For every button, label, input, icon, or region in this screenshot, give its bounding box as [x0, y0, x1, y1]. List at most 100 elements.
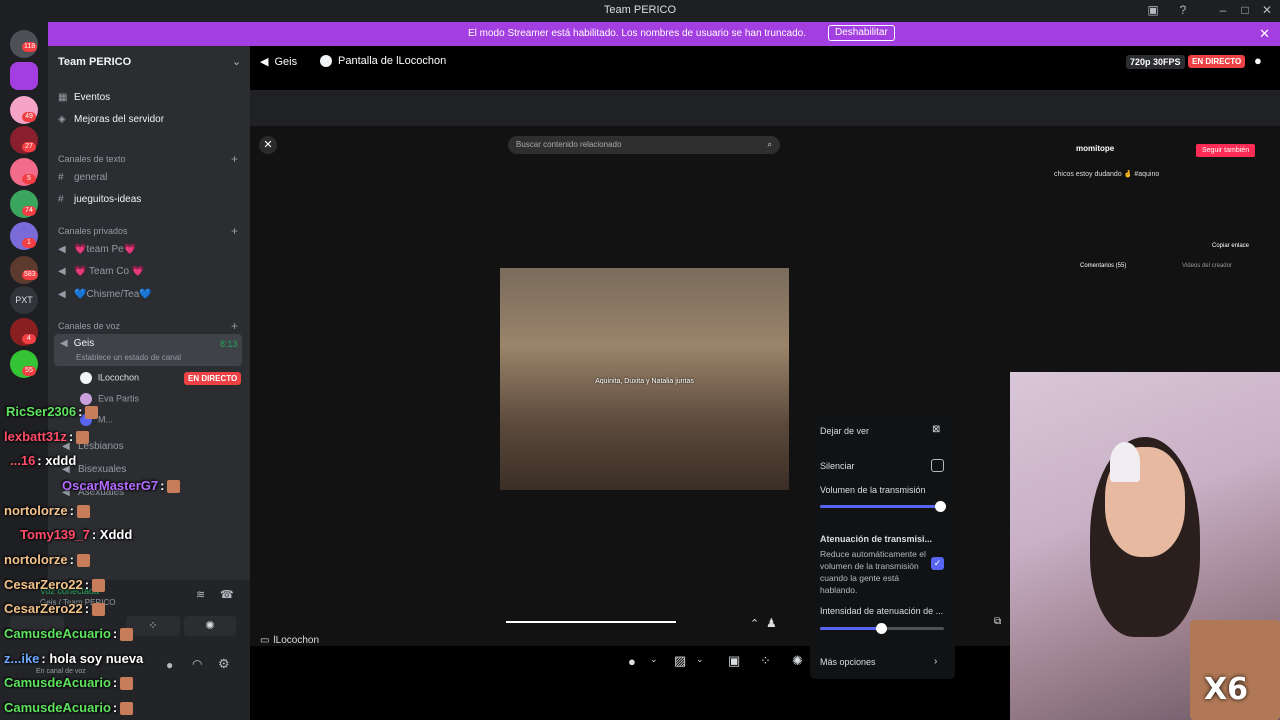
gear-icon[interactable]: ⚙ [218, 656, 230, 672]
member-label: Eva Partis [98, 393, 140, 404]
dm-badge: 118 [22, 42, 38, 52]
mute-item[interactable]: Silenciar [820, 461, 855, 471]
chat-user: CesarZero22 [4, 601, 83, 616]
search-placeholder: Buscar contenido relacionado [516, 140, 622, 149]
disconnect-icon[interactable]: ☎ [220, 588, 234, 601]
chat-msg: : [69, 552, 74, 567]
close-icon[interactable]: ✕ [1259, 26, 1270, 42]
voice-status[interactable]: Establece un estado de canal [76, 353, 181, 362]
chat-icon[interactable]: ● [1254, 53, 1262, 68]
add-channel-icon[interactable]: + [231, 224, 238, 238]
live-badge: EN DIRECTO [1188, 55, 1246, 68]
calendar-icon: ▦ [58, 92, 68, 103]
video-progress [506, 621, 676, 623]
chat-line: lexbatt31z: [4, 429, 90, 445]
volume-slider[interactable] [820, 501, 946, 512]
camera-off-icon[interactable]: ▨ [674, 653, 686, 669]
channel-label: Bisexuales [78, 464, 127, 475]
close-icon: ✕ [259, 136, 277, 154]
minimize-icon[interactable]: – [1214, 3, 1232, 17]
events-item[interactable]: ▦ Eventos [58, 92, 110, 103]
tiktok-follow: Seguir también [1196, 144, 1256, 157]
boost-item[interactable]: ◈ Mejoras del servidor [58, 114, 164, 125]
add-channel-icon[interactable]: + [231, 319, 238, 333]
screen-share-icon[interactable]: ▣ [728, 653, 740, 669]
headphones-icon [1110, 442, 1140, 482]
soundboard-icon[interactable]: ✺ [792, 653, 803, 669]
channel-jueguitos[interactable]: # jueguitos-ideas [58, 194, 141, 205]
activity-icon[interactable]: ⁘ [760, 653, 771, 669]
chat-msg: : [84, 601, 90, 616]
voice-channel-name: ◀ Geis [60, 338, 94, 349]
stream-tab-label: ▭ lLocochon [260, 635, 319, 646]
chat-line: RicSer2306: [6, 404, 99, 420]
channel-team-co[interactable]: ◀ 💗 Team Co 💗 [58, 266, 144, 277]
emote-icon [120, 628, 134, 642]
intensity-label: Intensidad de atenuación de ... [820, 606, 944, 616]
disable-streamer-button[interactable]: Deshabilitar [828, 25, 895, 41]
server-badge: 1 [22, 238, 36, 248]
tiktok-user: momitope [1076, 144, 1115, 153]
streamer-mode-banner: El modo Streamer está habilitado. Los no… [48, 22, 1280, 46]
server-badge: 583 [22, 270, 38, 280]
quality-badge: 720p 30FPS [1126, 55, 1185, 69]
voice-channel-geis[interactable]: ◀ Geis 8:13 Establece un estado de canal [54, 334, 242, 366]
stop-watching-item[interactable]: Dejar de ver [820, 426, 869, 436]
voice-channel-label: Geis [73, 338, 95, 349]
emote-icon [167, 480, 181, 494]
chat-line: CesarZero22: [4, 601, 106, 617]
maximize-icon[interactable]: □ [1236, 3, 1254, 17]
tiktok-comments: Comentarios (55) [1080, 263, 1127, 269]
intensity-knob[interactable] [876, 623, 887, 634]
server-icon-team-perico[interactable] [10, 62, 38, 90]
inbox-icon[interactable]: ▣ [1144, 3, 1162, 17]
stop-watching-icon[interactable]: ⊠ [932, 424, 940, 435]
text-category[interactable]: Canales de texto [58, 154, 126, 164]
help-icon[interactable]: ? [1174, 3, 1192, 17]
chat-user: lexbatt31z [4, 429, 67, 444]
add-channel-icon[interactable]: + [231, 152, 238, 166]
server-icon-pxt[interactable]: PXT [10, 286, 38, 314]
banner-message: El modo Streamer está habilitado. Los no… [468, 28, 806, 39]
speaker-icon: ◀ [60, 338, 68, 349]
attenuation-checkbox[interactable]: ✓ [931, 557, 944, 570]
mic-icon[interactable]: ● [166, 658, 173, 672]
chat-msg: : [78, 404, 83, 419]
private-category[interactable]: Canales privados [58, 226, 128, 236]
chat-msg: : [112, 675, 118, 690]
more-options-item[interactable]: Más opciones [820, 657, 876, 667]
mic-icon[interactable]: ● [628, 654, 636, 669]
chevron-right-icon: › [934, 656, 938, 667]
chat-user: CamusdeAcuario [4, 626, 111, 641]
chat-line: nortolorze: [4, 552, 90, 568]
mute-checkbox[interactable] [931, 459, 944, 472]
headphones-icon[interactable]: ◠ [192, 657, 202, 671]
channel-label: 💗 Team Co 💗 [74, 266, 145, 277]
server-name[interactable]: Team PERICO [58, 56, 131, 68]
soundboard-button[interactable]: ✺ [184, 616, 236, 636]
close-window-icon[interactable]: ✕ [1258, 3, 1276, 17]
boost-icon: ◈ [58, 114, 66, 125]
channel-label: general [74, 172, 108, 183]
chevron-down-icon[interactable]: ⌄ [650, 654, 658, 665]
noise-suppression-icon[interactable]: ≋ [196, 588, 205, 601]
intensity-slider[interactable] [820, 623, 944, 634]
chat-msg: : hola soy nueva [41, 651, 144, 666]
chevron-down-icon[interactable]: ⌄ [696, 654, 704, 665]
emote-icon [92, 603, 106, 617]
speaker-icon: ◀ [260, 56, 269, 68]
volume-knob[interactable] [935, 501, 946, 512]
chevron-up-icon[interactable]: ⌃ [750, 617, 759, 630]
chat-msg: : [69, 503, 74, 518]
voice-category[interactable]: Canales de voz [58, 321, 120, 331]
member-llocochon[interactable]: lLocochon [80, 372, 139, 384]
participants-icon[interactable]: ♟ [766, 616, 777, 630]
server-badge: 4 [22, 334, 36, 344]
channel-team-pe[interactable]: ◀ 💗team Pe💗 [58, 244, 136, 255]
activity-button[interactable]: ⁘ [126, 616, 180, 636]
chevron-down-icon[interactable]: ⌄ [232, 55, 241, 68]
channel-general[interactable]: # general [58, 172, 107, 183]
popout-icon[interactable]: ⧉ [994, 616, 1001, 627]
channel-chisme[interactable]: ◀ 💙Chisme/Tea💙 [58, 289, 152, 300]
volume-label: Volumen de la transmisión [820, 485, 926, 495]
